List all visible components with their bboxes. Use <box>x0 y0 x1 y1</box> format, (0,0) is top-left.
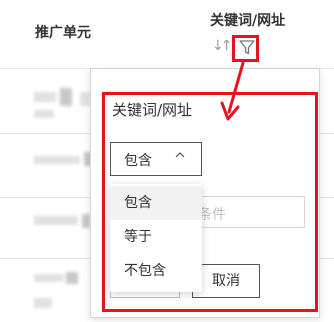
annotation-arrow <box>220 61 245 121</box>
